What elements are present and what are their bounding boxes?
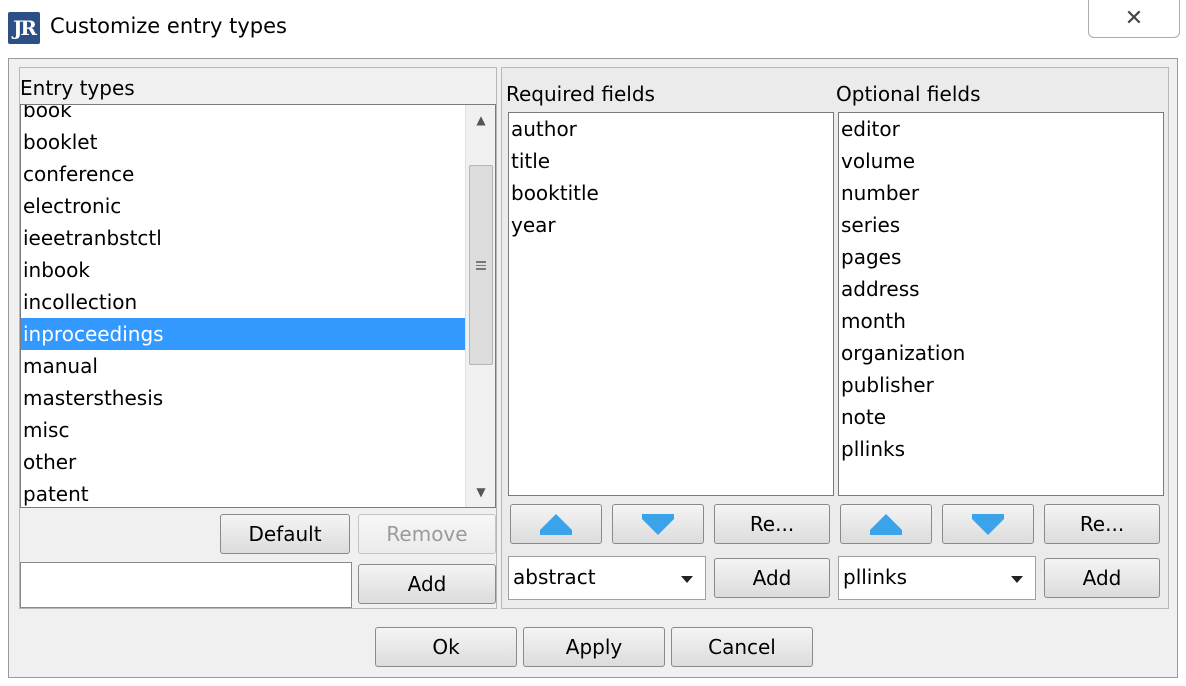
required-field-item[interactable]: booktitle [509,177,833,209]
optional-field-item[interactable]: pllinks [839,433,1163,465]
required-field-item[interactable]: year [509,209,833,241]
arrow-down-icon [972,513,1004,535]
entry-type-item[interactable]: electronic [21,190,465,222]
entry-type-item[interactable]: booklet [21,126,465,158]
dialog-window: JR Customize entry types ✕ Entry types b… [0,0,1186,686]
optional-field-item[interactable]: pages [839,241,1163,273]
optional-field-item[interactable]: volume [839,145,1163,177]
default-button[interactable]: Default [220,514,350,554]
optional-field-item[interactable]: month [839,305,1163,337]
apply-button[interactable]: Apply [523,627,665,667]
optional-field-item[interactable]: organization [839,337,1163,369]
cancel-button[interactable]: Cancel [671,627,813,667]
optional-field-item[interactable]: note [839,401,1163,433]
entry-type-item[interactable]: mastersthesis [21,382,465,414]
optional-add-button[interactable]: Add [1044,558,1160,598]
required-remove-button[interactable]: Re... [714,504,830,544]
optional-combo-value: pllinks [843,565,908,589]
ok-button[interactable]: Ok [375,627,517,667]
fields-panel: Required fields Optional fields author ti… [501,67,1169,609]
required-add-button[interactable]: Add [714,558,830,598]
optional-field-item[interactable]: number [839,177,1163,209]
optional-fields-label: Optional fields [836,82,981,106]
window-title: Customize entry types [50,14,287,38]
entry-types-scrollbar[interactable]: ▲ ▼ [465,105,495,507]
entry-type-item[interactable]: incollection [21,286,465,318]
entry-types-list[interactable]: book booklet conference electronic ieeetranb… [20,104,496,508]
close-icon: ✕ [1124,6,1144,31]
optional-field-item[interactable]: publisher [839,369,1163,401]
remove-button[interactable]: Remove [358,514,496,554]
arrow-up-icon [540,513,572,535]
chevron-down-icon [1011,576,1023,583]
optional-remove-button[interactable]: Re... [1044,504,1160,544]
scroll-down-icon[interactable]: ▼ [466,479,495,505]
entry-type-item[interactable]: patent [21,478,465,507]
grip-icon [476,260,486,270]
jabref-logo-icon: JR [8,12,40,44]
entry-types-label: Entry types [20,76,135,100]
optional-move-up-button[interactable] [840,504,932,544]
entry-type-item[interactable]: inbook [21,254,465,286]
optional-field-item[interactable]: address [839,273,1163,305]
required-combo-value: abstract [513,565,596,589]
optional-move-down-button[interactable] [942,504,1034,544]
optional-fields-list[interactable]: editor volume number series pages address mont… [838,112,1164,496]
title-bar: JR Customize entry types ✕ [0,0,1186,56]
new-entry-type-input[interactable] [20,562,352,608]
required-fields-list[interactable]: author title booktitle year [508,112,834,496]
optional-field-item[interactable]: editor [839,113,1163,145]
required-field-item[interactable]: title [509,145,833,177]
entry-type-item[interactable]: ieeetranbstctl [21,222,465,254]
chevron-down-icon [681,576,693,583]
required-move-down-button[interactable] [612,504,704,544]
entry-types-panel: Entry types book booklet conference electro… [19,67,497,609]
add-entry-type-button[interactable]: Add [358,564,496,604]
required-fields-label: Required fields [506,82,655,106]
entry-type-item[interactable]: conference [21,158,465,190]
optional-field-item[interactable]: series [839,209,1163,241]
arrow-down-icon [642,513,674,535]
scroll-up-icon[interactable]: ▲ [466,107,495,133]
required-move-up-button[interactable] [510,504,602,544]
entry-type-item[interactable]: other [21,446,465,478]
dialog-content: Entry types book booklet conference electro… [8,58,1178,678]
scrollbar-thumb[interactable] [469,165,493,365]
required-field-combo[interactable]: abstract [508,556,706,600]
entry-type-item[interactable]: inproceedings [21,318,465,350]
close-button[interactable]: ✕ [1088,0,1180,38]
entry-type-item[interactable]: misc [21,414,465,446]
entry-type-item[interactable]: book [21,105,465,126]
required-field-item[interactable]: author [509,113,833,145]
optional-field-combo[interactable]: pllinks [838,556,1036,600]
arrow-up-icon [870,513,902,535]
entry-type-item[interactable]: manual [21,350,465,382]
